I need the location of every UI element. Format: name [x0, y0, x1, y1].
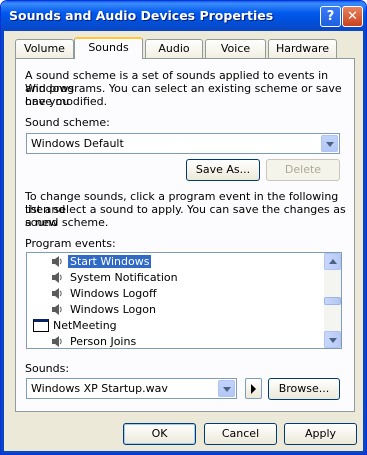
- sounds-label: Sounds:: [25, 362, 70, 375]
- help-button[interactable]: ?: [320, 6, 341, 27]
- tab-hardware[interactable]: Hardware: [268, 39, 337, 58]
- properties-dialog: Sounds and Audio Devices Properties ? ✕ …: [0, 0, 367, 455]
- list-item-system-notification[interactable]: System Notification: [27, 270, 323, 286]
- events-scrollbar[interactable]: [324, 253, 341, 348]
- chevron-down-icon[interactable]: [321, 135, 338, 152]
- delete-button[interactable]: Delete: [266, 159, 340, 181]
- list-item-netmeeting[interactable]: NetMeeting: [27, 318, 323, 334]
- scroll-up-icon[interactable]: [324, 253, 341, 270]
- list-item-label: NetMeeting: [53, 319, 117, 332]
- scroll-down-icon[interactable]: [324, 331, 341, 348]
- events-description-line-3: sound scheme.: [25, 216, 109, 229]
- list-item-windows-logoff[interactable]: Windows Logoff: [27, 286, 323, 302]
- tab-audio[interactable]: Audio: [145, 39, 203, 58]
- sounds-tab-panel: A sound scheme is a set of sounds applie…: [15, 58, 355, 412]
- application-window-icon: [33, 319, 49, 332]
- scheme-description-line-3: have modified.: [25, 95, 108, 108]
- title-bar[interactable]: Sounds and Audio Devices Properties ? ✕: [1, 1, 366, 31]
- tab-volume[interactable]: Volume: [15, 39, 74, 58]
- sound-file-dropdown[interactable]: Windows XP Startup.wav: [26, 378, 237, 399]
- speaker-icon: [52, 272, 62, 283]
- window-border-left: [1, 31, 4, 454]
- list-item-label: System Notification: [70, 271, 178, 284]
- play-sound-button[interactable]: [245, 378, 262, 399]
- list-item-person-joins[interactable]: Person Joins: [27, 334, 323, 348]
- apply-button[interactable]: Apply: [284, 423, 357, 445]
- speaker-icon: [52, 288, 62, 299]
- tab-sounds[interactable]: Sounds: [74, 37, 143, 59]
- sound-scheme-value: Windows Default: [31, 137, 124, 150]
- speaker-icon: [52, 336, 62, 347]
- chevron-down-icon[interactable]: [218, 380, 235, 397]
- speaker-icon: [52, 304, 62, 315]
- close-button[interactable]: ✕: [342, 6, 363, 27]
- sound-file-value: Windows XP Startup.wav: [31, 382, 168, 395]
- tab-voice[interactable]: Voice: [205, 39, 266, 58]
- scrollbar-thumb[interactable]: [324, 297, 341, 305]
- list-item-label: Person Joins: [70, 335, 137, 348]
- list-item-windows-logon[interactable]: Windows Logon: [27, 302, 323, 318]
- window-title: Sounds and Audio Devices Properties: [9, 8, 274, 23]
- ok-button[interactable]: OK: [123, 423, 196, 445]
- browse-button[interactable]: Browse...: [268, 378, 340, 400]
- sound-scheme-dropdown[interactable]: Windows Default: [26, 133, 340, 154]
- list-item-label: Windows Logon: [70, 303, 156, 316]
- list-item-label: Windows Logoff: [70, 287, 157, 300]
- program-events-label: Program events:: [25, 237, 116, 250]
- sound-scheme-label: Sound scheme:: [25, 116, 110, 129]
- window-border-right: [363, 31, 366, 454]
- save-as-button[interactable]: Save As...: [186, 159, 260, 181]
- speaker-icon: [52, 256, 62, 267]
- window-border-bottom: [1, 451, 366, 454]
- cancel-button[interactable]: Cancel: [204, 423, 277, 445]
- program-events-list[interactable]: Start Windows System Notification Window…: [26, 252, 342, 349]
- list-item-start-windows[interactable]: Start Windows: [27, 254, 323, 270]
- list-item-label: Start Windows: [68, 255, 152, 268]
